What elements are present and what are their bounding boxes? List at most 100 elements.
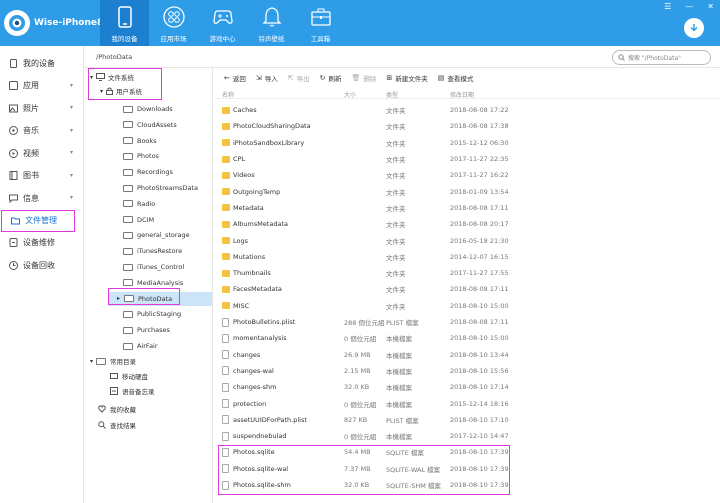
table-row[interactable]: iPhotoSandboxLibrary 文件夹 2015-12-12 06:30 — [214, 135, 720, 151]
sidebar-item-my-device[interactable]: 我的设备 — [0, 52, 83, 75]
menu-icon[interactable]: ☰ — [664, 2, 671, 11]
tree-folder[interactable]: iTunes_Control — [123, 260, 184, 274]
tree-folder[interactable]: iTunesRestore — [123, 244, 182, 258]
table-row[interactable]: Metadata 文件夹 2018-08-08 17:11 — [214, 200, 720, 216]
tree-folder[interactable]: Books — [123, 134, 157, 148]
table-row[interactable]: PhotoCloudSharingData 文件夹 2018-08-08 17:38 — [214, 118, 720, 134]
heart-icon — [98, 405, 106, 413]
tree-search-results[interactable]: 查找结果 — [98, 418, 136, 432]
table-row[interactable]: Logs 文件夹 2016-05-18 21:30 — [214, 232, 720, 248]
table-row[interactable]: PhotoBulletins.plist 288 個位元組 PLIST 檔案 2018… — [214, 314, 720, 330]
cell-name: Mutations — [233, 252, 266, 261]
import-button[interactable]: ⇲ 导入 — [256, 73, 278, 83]
refresh-icon: ↻ — [319, 73, 326, 82]
tree-folder[interactable]: DCIM — [123, 213, 154, 227]
tree-common-dirs[interactable]: ▾ 常用目录 — [90, 354, 136, 368]
folder-icon — [123, 263, 133, 271]
table-row[interactable]: changes-wal 2.15 MB 本機檔案 2018-08-10 15:56 — [214, 363, 720, 379]
nav-my-device[interactable]: 我的设备 — [100, 0, 149, 46]
col-size[interactable]: 大小 — [344, 90, 356, 99]
table-row[interactable]: MISC 文件夹 2018-08-10 15:00 — [214, 298, 720, 314]
video-icon — [9, 148, 18, 158]
cell-name: changes — [233, 350, 261, 359]
tree-folder[interactable]: AirFair — [123, 339, 158, 353]
tree-folder[interactable]: Photos — [123, 149, 159, 163]
folder-icon — [123, 247, 133, 255]
device-selector[interactable]: Wise-iPhone8▾ — [4, 10, 111, 36]
cell-date: 2018-08-08 20:17 — [450, 220, 509, 229]
sidebar-item-photos[interactable]: 照片 ▾ — [0, 97, 83, 120]
tree-folder[interactable]: Recordings — [123, 165, 173, 179]
table-row[interactable]: CPL 文件夹 2017-11-27 22:35 — [214, 151, 720, 167]
folder-icon — [123, 231, 133, 239]
export-button[interactable]: ⇱ 导出 — [288, 73, 310, 83]
toolbox-icon — [310, 8, 331, 26]
current-path: /PhotoData — [96, 53, 133, 61]
file-icon — [222, 399, 229, 409]
nav-toolbox[interactable]: 工具箱 — [296, 0, 345, 46]
tree-folder[interactable]: general_storage — [123, 228, 190, 242]
nav-app-market[interactable]: 应用市场 — [149, 0, 198, 46]
cell-date: 2018-08-08 17:11 — [450, 318, 509, 327]
table-row[interactable]: suspendnebulad 0 個位元組 本機檔案 2017-12-10 14:47 — [214, 428, 720, 444]
close-icon[interactable]: ✕ — [707, 2, 714, 11]
back-button[interactable]: ← 返回 — [224, 73, 246, 83]
sidebar-item-books[interactable]: 图书 ▾ — [0, 165, 83, 188]
download-button[interactable] — [684, 18, 704, 38]
sidebar-item-messages[interactable]: 信息 ▾ — [0, 187, 83, 210]
table-row[interactable]: changes 26.9 MB 本機檔案 2018-08-10 13:44 — [214, 347, 720, 363]
tree-voice-memos[interactable]: 语音备忘录 — [110, 384, 155, 398]
table-row[interactable]: OutgoingTemp 文件夹 2018-01-09 13:54 — [214, 184, 720, 200]
tree-favorites[interactable]: 我的收藏 — [98, 402, 136, 416]
voice-memo-icon — [110, 387, 118, 395]
col-name[interactable]: 名称 — [222, 90, 234, 99]
cell-date: 2018-08-08 17:38 — [450, 122, 509, 131]
sidebar-item-music[interactable]: 音乐 ▾ — [0, 120, 83, 143]
tree-folder[interactable]: PublicStaging — [123, 307, 181, 321]
sidebar-item-repair[interactable]: 设备维修 — [0, 232, 83, 255]
table-row[interactable]: Videos 文件夹 2017-11-27 16:22 — [214, 167, 720, 183]
cell-date: 2018-08-08 17:11 — [450, 285, 509, 294]
new-folder-button[interactable]: ⊞ 新建文件夹 — [386, 73, 427, 83]
col-type[interactable]: 类型 — [386, 90, 398, 99]
phone-icon — [117, 6, 132, 28]
cell-type: PLIST 檔案 — [386, 319, 419, 328]
sidebar-item-file-manager[interactable]: 文件管理 — [1, 209, 75, 232]
file-icon — [222, 333, 229, 343]
tree-folder[interactable]: Radio — [123, 197, 155, 211]
sidebar-item-videos[interactable]: 视频 ▾ — [0, 142, 83, 165]
cell-date: 2017-11-27 22:35 — [450, 155, 509, 164]
table-row[interactable]: Caches 文件夹 2018-08-08 17:22 — [214, 102, 720, 118]
nav-game-center[interactable]: 游戏中心 — [198, 0, 247, 46]
tree-folder[interactable]: Purchases — [123, 323, 170, 337]
nav-ringtones[interactable]: 铃声壁纸 — [247, 0, 296, 46]
delete-button[interactable]: 🗑 删除 — [352, 73, 377, 83]
table-row[interactable]: momentanalysis 0 個位元組 本機檔案 2018-08-10 15:00 — [214, 330, 720, 346]
search-input[interactable]: 搜索 "/PhotoData" — [612, 50, 711, 65]
cell-name: Thumbnails — [233, 269, 271, 278]
table-row[interactable]: AlbumsMetadata 文件夹 2018-08-08 20:17 — [214, 216, 720, 232]
table-row[interactable]: FacesMetadata 文件夹 2018-08-08 17:11 — [214, 281, 720, 297]
cell-type: 本機檔案 — [386, 351, 412, 360]
sidebar-item-apps[interactable]: 应用 ▾ — [0, 75, 83, 98]
table-row[interactable]: protection 0 個位元組 本機檔案 2015-12-14 18:16 — [214, 395, 720, 411]
tree-folder[interactable]: CloudAssets — [123, 118, 177, 132]
minimize-icon[interactable]: — — [685, 2, 693, 11]
refresh-button[interactable]: ↻ 刷新 — [320, 73, 342, 83]
table-row[interactable]: Thumbnails 文件夹 2017-11-27 17:55 — [214, 265, 720, 281]
tree-folder[interactable]: PhotoStreamsData — [123, 181, 198, 195]
tree-folder[interactable]: Downloads — [123, 102, 173, 116]
folder-icon — [123, 326, 133, 334]
cell-name: CPL — [233, 155, 246, 164]
export-icon: ⇱ — [287, 73, 294, 82]
tree-mobile-disk[interactable]: 移动硬盘 — [110, 369, 148, 383]
col-date[interactable]: 修改日期 — [450, 90, 474, 99]
chevron-down-icon: ▾ — [69, 126, 73, 134]
sidebar-item-recycle[interactable]: 设备回收 — [0, 254, 83, 277]
chevron-down-icon: ▾ — [69, 81, 73, 89]
table-row[interactable]: Mutations 文件夹 2014-12-07 16:15 — [214, 249, 720, 265]
table-row[interactable]: assetUUIDForPath.plist 827 KB PLIST 檔案 2018… — [214, 412, 720, 428]
table-row[interactable]: changes-shm 32.0 KB 本機檔案 2018-08-10 17:14 — [214, 379, 720, 395]
window-controls: ☰ — ✕ — [664, 2, 714, 11]
view-mode-button[interactable]: ▤ 查看模式 — [438, 73, 474, 83]
